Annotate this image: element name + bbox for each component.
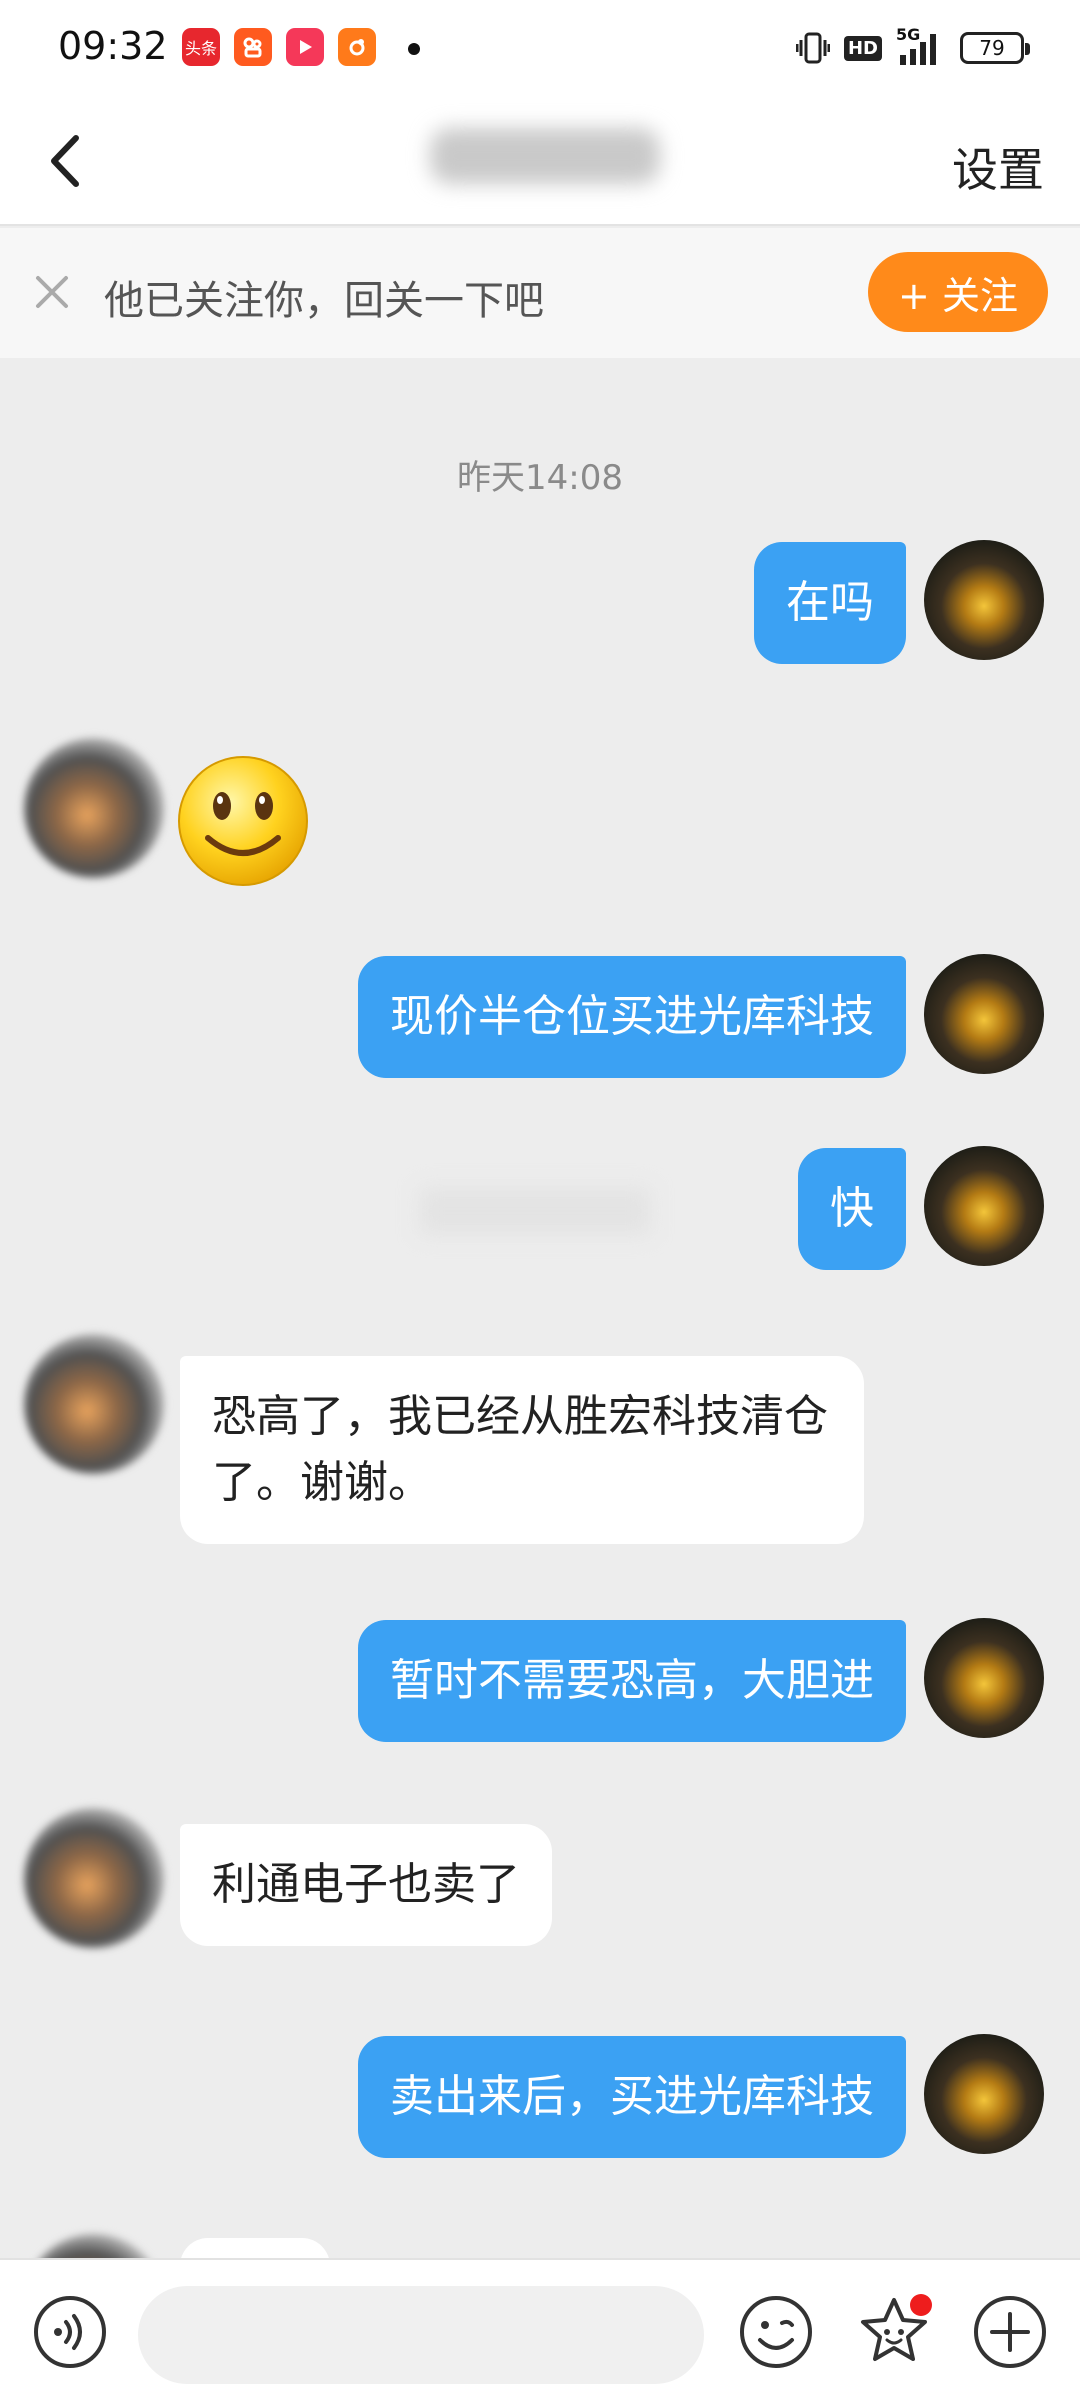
my-avatar[interactable] <box>924 540 1044 660</box>
contact-avatar[interactable] <box>24 2234 164 2258</box>
follow-prompt-bar: 他已关注你，回关一下吧 + 关注 <box>0 228 1080 358</box>
smile-emoji[interactable] <box>176 754 310 888</box>
message-input[interactable] <box>138 2286 704 2384</box>
settings-button[interactable]: 设置 <box>952 134 1044 200</box>
message-bubble-received[interactable]: 利通电子也卖了 <box>180 1824 552 1946</box>
battery-indicator: 79 <box>960 32 1030 64</box>
chevron-left-icon[interactable] <box>34 126 104 196</box>
toutiao-app-icon: 头条 <box>182 28 220 66</box>
message-bubble-sent[interactable]: 现价半仓位买进光库科技 <box>358 956 906 1078</box>
sticker-badge-dot <box>910 2294 932 2316</box>
my-avatar[interactable] <box>924 1618 1044 1738</box>
contact-avatar[interactable] <box>24 738 164 878</box>
notification-dot <box>408 43 420 55</box>
message-bubble-sent[interactable]: 暂时不需要恐高，大胆进 <box>358 1620 906 1742</box>
contact-avatar[interactable] <box>24 1334 164 1474</box>
message-bubble-received[interactable]: 恐高了，我已经从胜宏科技清仓了。谢谢。 <box>180 1356 864 1544</box>
follow-prompt-text: 他已关注你，回关一下吧 <box>104 278 544 324</box>
chat-header: 设置 <box>0 96 1080 226</box>
orange-app-icon <box>338 28 376 66</box>
signal-icon: 5G <box>896 25 946 67</box>
my-avatar[interactable] <box>924 2034 1044 2154</box>
contact-name-blurred <box>430 128 660 184</box>
contact-avatar[interactable] <box>24 1808 164 1948</box>
chat-messages[interactable]: 昨天14:08 在吗 现价半仓位买进光库科技 快 恐高了，我已经从胜宏科技清仓了… <box>0 358 1080 2258</box>
status-indicators: HD 5G 79 <box>795 25 1030 70</box>
message-timestamp: 昨天14:08 <box>457 458 623 498</box>
message-bubble-sent[interactable]: 快 <box>798 1148 906 1270</box>
input-bar <box>0 2258 1080 2408</box>
status-time: 09:32 <box>58 24 168 68</box>
my-avatar[interactable] <box>924 954 1044 1074</box>
blurred-content <box>420 1188 650 1234</box>
close-icon[interactable] <box>32 272 72 312</box>
my-avatar[interactable] <box>924 1146 1044 1266</box>
kuaishou-app-icon <box>234 28 272 66</box>
status-bar: 09:32 头条 HD 5G 79 <box>0 0 1080 96</box>
hd-icon: HD <box>843 35 882 61</box>
message-bubble-sent[interactable]: 在吗 <box>754 542 906 664</box>
emoji-icon[interactable] <box>736 2292 816 2372</box>
vibrate-icon <box>795 32 830 64</box>
voice-icon[interactable] <box>30 2292 110 2372</box>
follow-back-button[interactable]: + 关注 <box>868 252 1048 332</box>
plus-icon[interactable] <box>970 2292 1050 2372</box>
message-bubble-partial[interactable] <box>180 2238 330 2258</box>
video-app-icon <box>286 28 324 66</box>
message-bubble-sent[interactable]: 卖出来后，买进光库科技 <box>358 2036 906 2158</box>
